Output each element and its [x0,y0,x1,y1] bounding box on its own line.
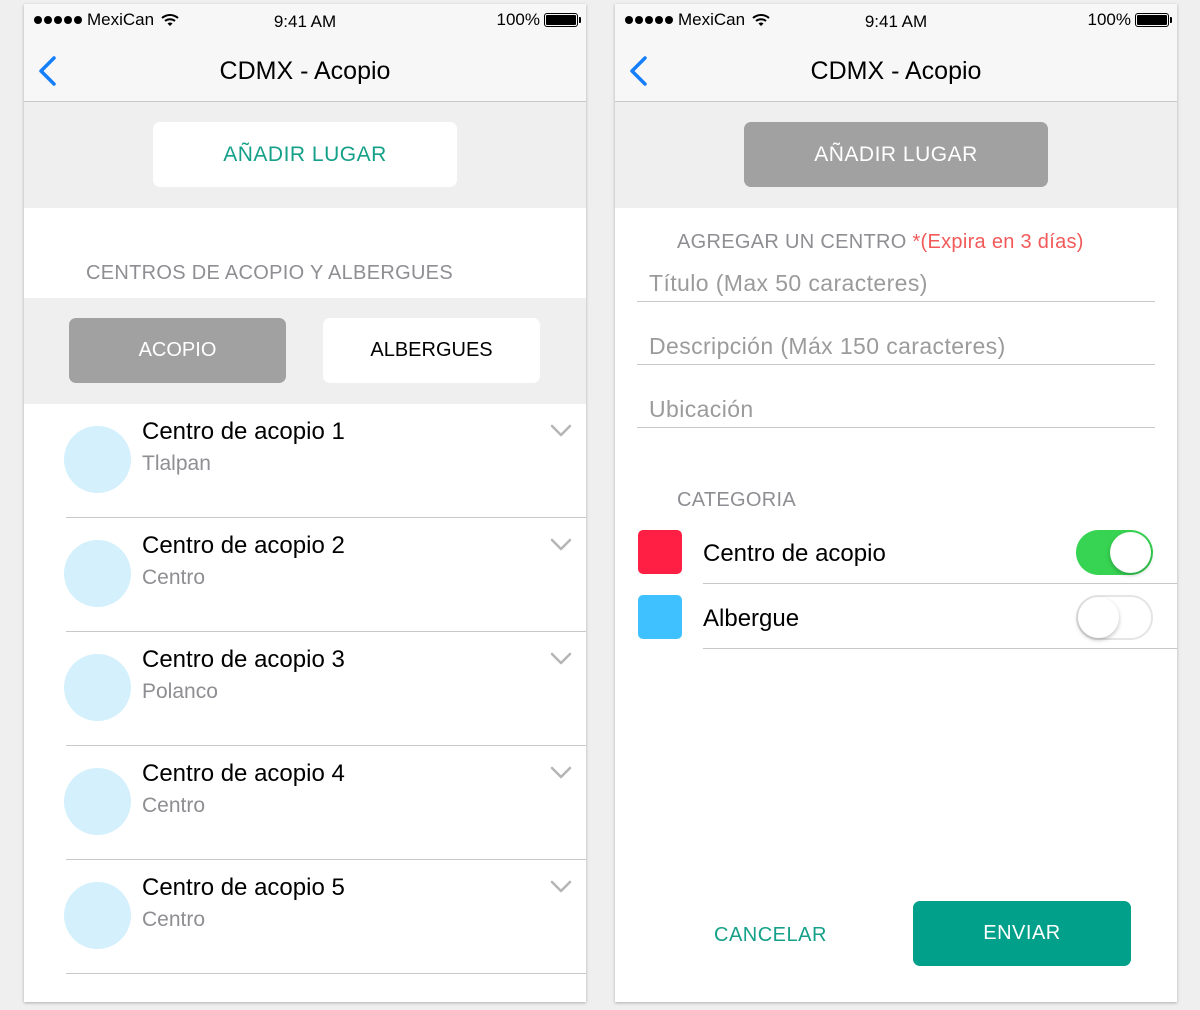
section-label: CENTROS DE ACOPIO Y ALBERGUES [86,262,453,284]
cancel-button[interactable]: CANCELAR [714,924,827,947]
segment-control: ACOPIO ALBERGUES [24,298,586,404]
item-title: Centro de acopio 1 [142,418,345,445]
item-title: Centro de acopio 4 [142,760,345,787]
chevron-down-icon[interactable] [550,424,572,438]
battery-status: 100% [496,10,581,30]
battery-percent: 100% [496,10,540,29]
divider [703,583,1177,584]
expire-note: *(Expira en 3 días) [912,231,1084,253]
avatar [64,768,131,835]
category-color-swatch [638,530,682,574]
item-title: Centro de acopio 5 [142,874,345,901]
status-bar: MexiCan 9:41 AM 100% [24,4,586,38]
send-button[interactable]: ENVIAR [913,901,1131,966]
chevron-down-icon[interactable] [550,766,572,780]
list-item[interactable]: Centro de acopio 3 Polanco [24,632,586,746]
battery-icon [544,13,581,27]
item-subtitle: Tlalpan [142,452,211,475]
list-item[interactable]: Centro de acopio 1 Tlalpan [24,404,586,518]
status-bar: MexiCan 9:41 AM 100% [615,4,1177,38]
category-toggle-albergue[interactable] [1076,595,1153,640]
add-place-bar: AÑADIR LUGAR [24,102,586,208]
category-label: Albergue [703,605,800,632]
segment-albergues[interactable]: ALBERGUES [323,318,540,383]
chevron-down-icon[interactable] [550,652,572,666]
add-place-bar: AÑADIR LUGAR [615,102,1177,208]
list-item[interactable]: Centro de acopio 4 Centro [24,746,586,860]
battery-icon [1135,13,1172,27]
phone-screen-form: MexiCan 9:41 AM 100% CDMX - Acopio AÑADI… [615,4,1177,1002]
category-row-acopio: Centro de acopio [615,520,1177,584]
centers-list: Centro de acopio 1 Tlalpan Centro de aco… [24,404,586,974]
item-title: Centro de acopio 3 [142,646,345,673]
category-row-albergue: Albergue [615,585,1177,649]
list-item[interactable]: Centro de acopio 5 Centro [24,860,586,974]
chevron-down-icon[interactable] [550,880,572,894]
item-subtitle: Polanco [142,680,218,703]
form-heading: AGREGAR UN CENTRO *(Expira en 3 días) [677,231,1084,254]
divider [66,973,586,974]
avatar [64,540,131,607]
battery-status: 100% [1087,10,1172,30]
add-place-button[interactable]: AÑADIR LUGAR [153,122,457,187]
item-title: Centro de acopio 2 [142,532,345,559]
list-item[interactable]: Centro de acopio 2 Centro [24,518,586,632]
category-heading: CATEGORIA [677,489,797,511]
page-title: CDMX - Acopio [219,57,391,85]
avatar [64,882,131,949]
category-label: Centro de acopio [703,540,886,567]
segment-acopio[interactable]: ACOPIO [69,318,286,383]
location-field[interactable] [637,392,1155,428]
avatar [64,654,131,721]
title-field[interactable] [637,266,1155,302]
chevron-down-icon[interactable] [550,538,572,552]
toggle-knob [1110,532,1151,573]
item-subtitle: Centro [142,908,206,931]
category-toggle-acopio[interactable] [1076,530,1153,575]
battery-percent: 100% [1087,10,1131,29]
add-place-button[interactable]: AÑADIR LUGAR [744,122,1048,187]
item-subtitle: Centro [142,794,206,817]
form-heading-text: AGREGAR UN CENTRO [677,231,907,253]
item-subtitle: Centro [142,566,206,589]
description-field[interactable] [637,329,1155,365]
page-title: CDMX - Acopio [810,57,982,85]
divider [703,648,1177,649]
avatar [64,426,131,493]
navigation-bar: CDMX - Acopio [24,38,586,102]
toggle-knob [1078,597,1119,638]
category-color-swatch [638,595,682,639]
phone-screen-list: MexiCan 9:41 AM 100% CDMX - Acopio AÑADI… [24,4,586,1002]
navigation-bar: CDMX - Acopio [615,38,1177,102]
